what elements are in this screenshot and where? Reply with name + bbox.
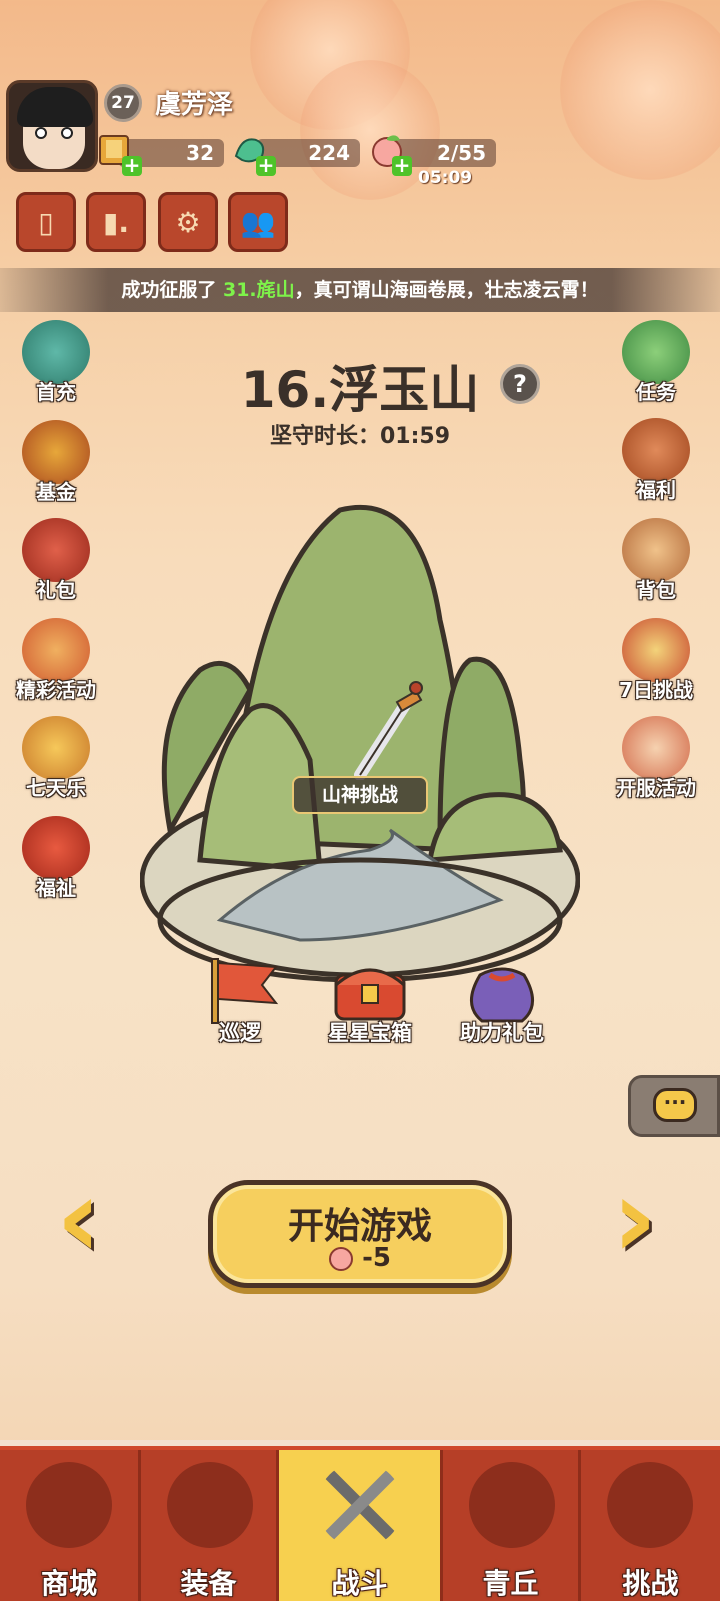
stage-title: 16.浮玉山 — [240, 361, 480, 419]
events-dragon-icon — [22, 618, 90, 682]
player-avatar[interactable] — [6, 80, 98, 172]
server-event-icon — [622, 716, 690, 780]
star-chest-icon — [334, 968, 406, 1021]
tickets-button[interactable]: ▯ — [16, 192, 76, 252]
flag-icon — [211, 958, 279, 1024]
peach-icon — [329, 1246, 354, 1271]
hold-duration: 坚守时长：01:59 — [269, 424, 451, 449]
server-event-button[interactable]: 开服活动 — [610, 716, 702, 808]
mountain-god-challenge-button[interactable]: 山神挑战 — [292, 776, 428, 814]
support-gift-button[interactable]: 助力礼包 — [442, 955, 562, 1065]
blessing-button[interactable]: 福祉 — [10, 816, 102, 908]
calendar-icon — [622, 618, 690, 682]
add-scroll-button[interactable]: + — [122, 155, 142, 176]
next-stage-arrow[interactable]: › — [612, 1163, 672, 1278]
backpack-button[interactable]: 背包 — [610, 518, 702, 610]
lantern-icon — [22, 716, 90, 780]
nav-tab-qingqiu[interactable]: 青丘 — [440, 1450, 578, 1601]
ranking-button[interactable]: ▮. — [86, 192, 146, 252]
star-chest-button[interactable]: 星星宝箱 — [310, 955, 430, 1065]
stamina-timer: 05:09 — [418, 168, 473, 188]
gift-pack-button[interactable]: 礼包 — [10, 518, 102, 610]
friends-icon: 👥 — [240, 205, 276, 239]
friends-button[interactable]: 👥 — [228, 192, 288, 252]
gear-icon: ⚙ — [175, 205, 201, 239]
ranking-icon: ▮. — [102, 205, 130, 239]
conquest-banner: 成功征服了 31.旄山，真可谓山海画卷展，壮志凌云霄！ — [0, 268, 720, 312]
stamina-cost: -5 — [213, 1243, 507, 1273]
bottom-navigation: 商城 装备 战斗 青丘 挑战 — [0, 1440, 720, 1601]
challenge-icon — [607, 1462, 693, 1548]
help-icon[interactable]: ? — [500, 364, 540, 404]
start-game-button[interactable]: 开始游戏 -5 — [208, 1180, 512, 1288]
sword-icon — [354, 681, 423, 780]
add-stamina-button[interactable]: + — [392, 155, 412, 176]
add-jade-button[interactable]: + — [256, 155, 276, 176]
nav-tab-battle[interactable]: 战斗 — [276, 1450, 440, 1601]
gift-box-icon — [22, 816, 90, 880]
nav-tab-shop[interactable]: 商城 — [0, 1450, 138, 1601]
settings-button[interactable]: ⚙ — [158, 192, 218, 252]
player-level-badge: 27 — [104, 84, 142, 122]
purple-bag-icon — [470, 967, 534, 1023]
mountain-icon — [469, 1462, 555, 1548]
backpack-icon — [622, 518, 690, 582]
seven-day-challenge-button[interactable]: 7日挑战 — [610, 618, 702, 710]
ticket-icon: ▯ — [38, 205, 54, 239]
patrol-button[interactable]: 巡逻 — [180, 955, 300, 1065]
nav-tab-equipment[interactable]: 装备 — [138, 1450, 276, 1601]
gift-bag-icon — [22, 518, 90, 582]
chat-button[interactable]: ··· — [628, 1075, 720, 1137]
helmet-icon — [167, 1462, 253, 1548]
events-button[interactable]: 精彩活动 — [10, 618, 102, 710]
crossed-swords-icon — [321, 1466, 399, 1544]
player-name: 虞芳泽 — [155, 90, 234, 120]
banner-highlight: 31.旄山 — [222, 279, 295, 301]
nav-tab-challenge[interactable]: 挑战 — [578, 1450, 720, 1601]
shop-icon — [26, 1462, 112, 1548]
lantern-decoration — [560, 0, 720, 180]
seven-day-fun-button[interactable]: 七天乐 — [10, 716, 102, 808]
prev-stage-arrow[interactable]: ‹ — [56, 1163, 116, 1278]
chat-bubble-icon: ··· — [653, 1088, 697, 1122]
